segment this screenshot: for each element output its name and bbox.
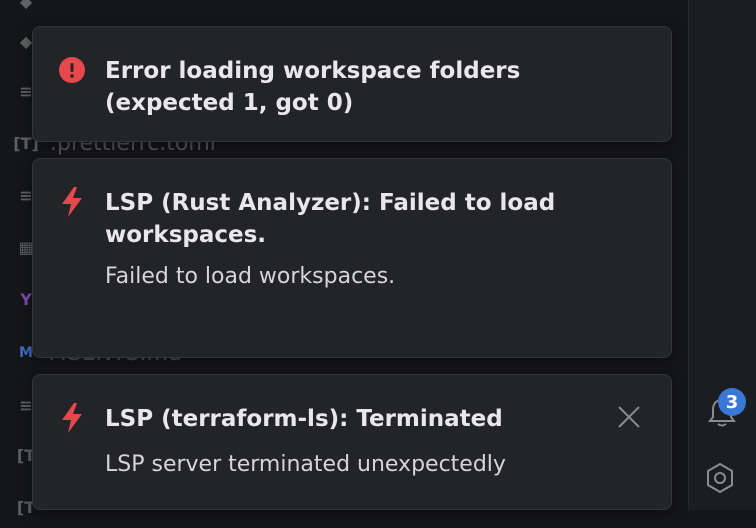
notification-toast[interactable]: LSP (terraform-ls): Terminated LSP serve… [32, 374, 672, 510]
tree-item[interactable]: ◆ [16, 0, 36, 16]
error-circle-icon [59, 57, 85, 83]
notification-count-badge: 3 [718, 388, 746, 416]
notification-message: LSP server terminated unexpectedly [105, 452, 506, 477]
activity-bar [688, 0, 756, 510]
notification-title: Error loading workspace folders (expecte… [105, 58, 521, 116]
notification-title: LSP (Rust Analyzer): Failed to load work… [105, 190, 556, 248]
close-icon[interactable] [615, 403, 643, 431]
notification-message: Failed to load workspaces. [105, 264, 396, 289]
lightning-icon [59, 403, 85, 433]
file-icon: ◆ [19, 0, 33, 11]
settings-hex-icon[interactable] [702, 460, 738, 496]
lightning-icon [59, 187, 85, 217]
notification-toast[interactable]: Error loading workspace folders (expecte… [32, 26, 672, 142]
notification-toast[interactable]: LSP (Rust Analyzer): Failed to load work… [32, 158, 672, 358]
notification-title: LSP (terraform-ls): Terminated [105, 406, 503, 432]
